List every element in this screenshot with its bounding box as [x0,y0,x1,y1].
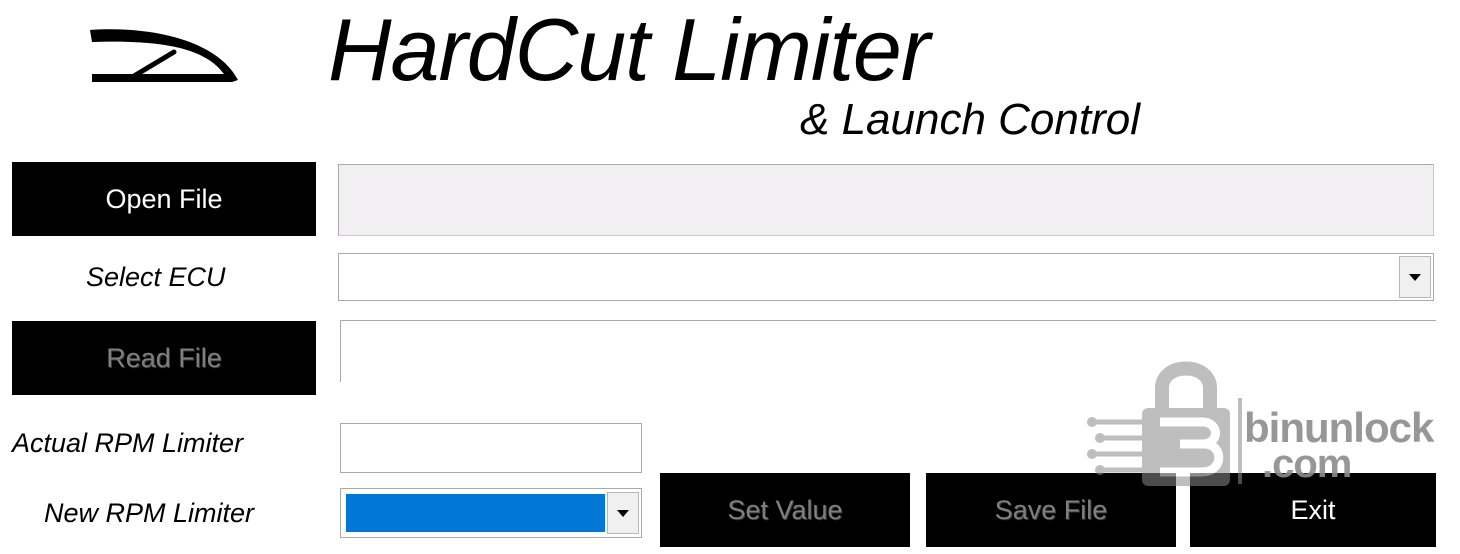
chevron-down-icon[interactable] [1399,256,1431,298]
read-file-button[interactable]: Read File [12,321,316,395]
new-rpm-label: New RPM Limiter [44,498,255,528]
app-subtitle: & Launch Control [800,95,1140,144]
actual-rpm-label: Actual RPM Limiter [12,428,244,458]
select-ecu-label: Select ECU [86,262,226,292]
chevron-down-icon[interactable] [607,492,639,534]
watermark-domain: .com [1262,442,1352,486]
actual-rpm-field [340,423,642,473]
open-file-button[interactable]: Open File [12,162,316,236]
set-value-button[interactable]: Set Value [660,473,910,547]
app-title: HardCut Limiter [328,0,930,99]
new-rpm-selection-highlight [346,494,605,532]
tachometer-gauge-icon [90,29,238,82]
file-path-field [338,164,1434,236]
ecu-dropdown[interactable] [338,253,1434,301]
new-rpm-dropdown[interactable] [340,488,642,538]
